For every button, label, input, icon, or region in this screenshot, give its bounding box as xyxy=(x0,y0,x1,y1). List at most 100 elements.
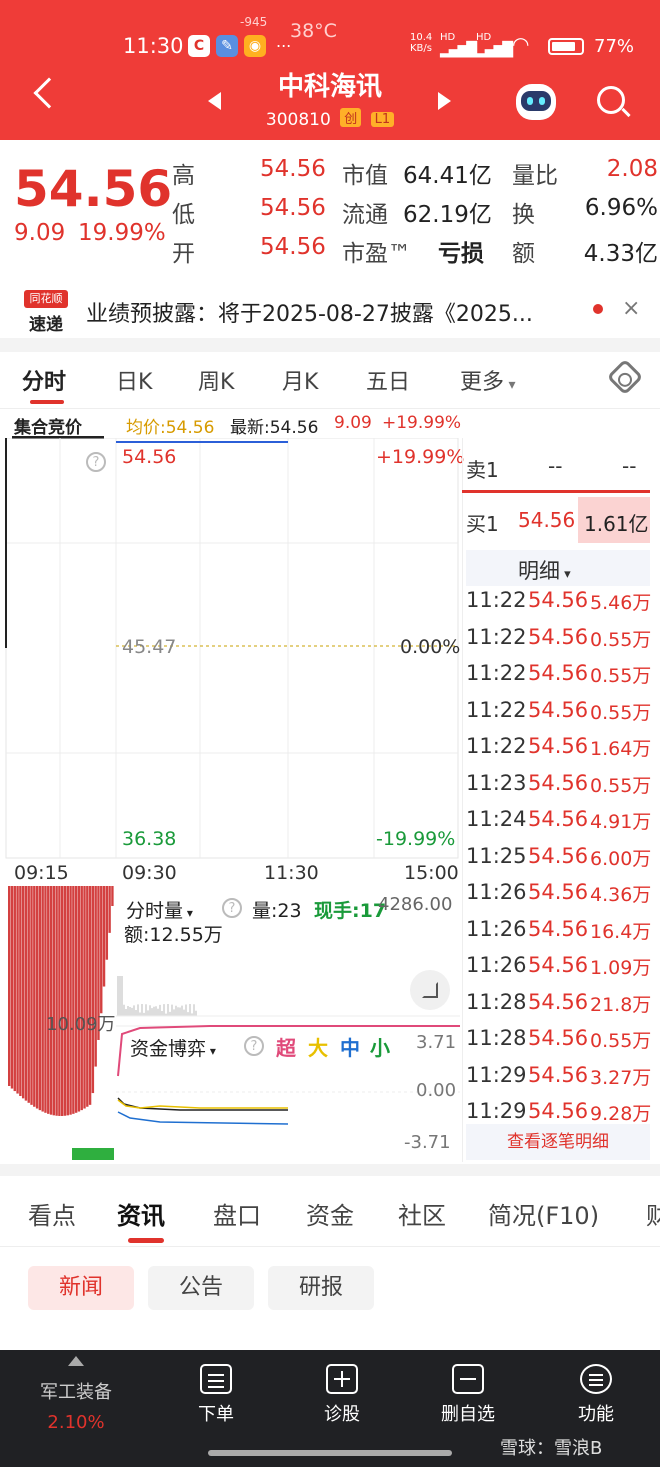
chevron-down-icon: ▾ xyxy=(183,906,193,920)
news-unread-dot xyxy=(593,304,603,314)
order-button[interactable]: 下单 xyxy=(166,1364,266,1426)
view-tick-detail-link[interactable]: 查看逐笔明细 xyxy=(466,1124,650,1160)
detail-time: 11:22 xyxy=(466,624,527,649)
detail-price: 54.56 xyxy=(528,1062,589,1087)
detail-volume: 21.8万 xyxy=(590,993,652,1016)
help-icon[interactable]: ? xyxy=(244,1036,264,1056)
signal2-icon: ▂▄▆█ xyxy=(476,42,513,58)
detail-volume: 5.46万 xyxy=(590,592,652,614)
function-button[interactable]: 功能 xyxy=(546,1364,646,1426)
fund-selector[interactable]: 资金博弈 ▾ xyxy=(130,1034,216,1061)
detail-volume: 4.36万 xyxy=(590,884,652,906)
level-tag: L1 xyxy=(370,112,395,127)
subtab-announcements[interactable]: 公告 xyxy=(148,1266,254,1310)
tab-highlights[interactable]: 看点 xyxy=(28,1196,76,1231)
settings-gear-icon[interactable] xyxy=(606,358,644,396)
remove-watchlist-button[interactable]: 删自选 xyxy=(418,1364,518,1426)
sell1-price: -- xyxy=(548,454,563,478)
y-left-bottom-label: 36.38 xyxy=(122,828,177,850)
fund-mid: 中 xyxy=(340,1036,360,1060)
fund-small: 小 xyxy=(370,1036,390,1060)
detail-price: 54.56 xyxy=(528,734,589,758)
tab-intraday[interactable]: 分时 xyxy=(22,364,66,396)
subtab-research[interactable]: 研报 xyxy=(268,1266,374,1310)
y-right-mid-label: 0.00% xyxy=(400,636,461,658)
divider xyxy=(0,1246,660,1247)
limit-up-line xyxy=(462,490,650,493)
news-headline[interactable]: 业绩预披露：将于2025-08-27披露《2025... xyxy=(86,296,533,328)
turnover-label: 换 xyxy=(512,202,535,228)
tab-finance[interactable]: 财 xyxy=(646,1196,660,1231)
open-label: 开 xyxy=(172,241,195,267)
status-bar: 11:30 C ✎ ◉ -945 ... 38°C 10.4 KB/s HD ▂▄… xyxy=(0,15,660,64)
tab-news[interactable]: 资讯 xyxy=(117,1196,165,1231)
amount-value: 4.33亿 xyxy=(583,241,658,267)
chevron-down-icon: ▾ xyxy=(560,567,571,582)
news-close-icon[interactable]: × xyxy=(622,296,640,321)
auction-bar xyxy=(111,886,114,906)
tab-weekly-k[interactable]: 周K xyxy=(198,364,234,396)
turnover-value: 6.96% xyxy=(584,195,658,221)
x-label-0930: 09:30 xyxy=(122,862,177,884)
detail-title[interactable]: 明细 ▾ xyxy=(518,555,571,585)
tab-handicap[interactable]: 盘口 xyxy=(213,1196,261,1231)
robot-assistant-icon[interactable] xyxy=(516,84,556,120)
mcap-label: 市值 xyxy=(342,163,388,189)
expand-icon[interactable] xyxy=(410,970,450,1010)
auction-bar xyxy=(80,886,83,1111)
tab-funds[interactable]: 资金 xyxy=(306,1196,354,1231)
order-doc-icon xyxy=(200,1364,232,1394)
auction-bar xyxy=(30,886,33,1105)
tab-news-underline xyxy=(128,1238,164,1243)
latest-price-label: 最新:54.56 xyxy=(230,418,319,438)
auction-bar xyxy=(52,886,56,1116)
auction-bar xyxy=(86,886,89,1107)
status-net-speed: 10.4 KB/s xyxy=(410,32,433,54)
high-value: 54.56 xyxy=(260,156,326,182)
help-icon[interactable]: ? xyxy=(222,898,242,918)
menu-circle-icon xyxy=(580,1364,612,1394)
sector-name[interactable]: 军工装备 xyxy=(24,1378,128,1404)
detail-time: 11:22 xyxy=(466,734,527,758)
detail-volume: 1.64万 xyxy=(590,738,652,760)
y-left-mid-label: 45.47 xyxy=(122,636,177,658)
auction-bar xyxy=(77,886,81,1112)
buy1-label: 买1 xyxy=(466,512,499,536)
news-logo-top: 同花顺 xyxy=(24,290,68,308)
fund-label: 资金博弈 xyxy=(130,1038,207,1060)
stock-name: 中科海讯 xyxy=(277,72,382,102)
amount-label: 额 xyxy=(512,241,535,267)
auction-bar xyxy=(105,886,109,960)
help-icon[interactable]: ? xyxy=(86,452,106,472)
volume-selector[interactable]: 分时量 ▾ xyxy=(126,896,193,923)
subtab-news[interactable]: 新闻 xyxy=(28,1266,134,1310)
auction-bar xyxy=(44,886,47,1113)
volume-label: 分时量 xyxy=(126,900,184,922)
volume-amount: 额:12.55万 xyxy=(124,924,223,946)
detail-time: 11:25 xyxy=(466,843,527,868)
status-temp: 38°C xyxy=(290,20,337,42)
tool-icon: ✎ xyxy=(216,35,238,57)
detail-time: 11:22 xyxy=(466,697,527,722)
detail-price: 54.56 xyxy=(528,989,589,1014)
tab-daily-k[interactable]: 日K xyxy=(116,364,152,396)
tab-community[interactable]: 社区 xyxy=(398,1196,446,1231)
tab-more[interactable]: 更多 ▾ xyxy=(460,364,516,396)
auction-bar xyxy=(58,886,61,1116)
detail-price: 54.56 xyxy=(528,661,589,685)
detail-volume: 16.4万 xyxy=(590,920,652,943)
chevron-down-icon: ▾ xyxy=(504,377,516,393)
intraday-price-chart xyxy=(5,438,459,859)
home-indicator[interactable] xyxy=(208,1450,452,1456)
wifi-icon: ◠ xyxy=(512,32,530,56)
search-icon[interactable] xyxy=(597,86,625,114)
tab-monthly-k[interactable]: 月K xyxy=(282,364,318,396)
tab-five-day[interactable]: 五日 xyxy=(366,364,410,396)
fund-big: 大 xyxy=(308,1036,328,1060)
tab-f10[interactable]: 简况(F10) xyxy=(488,1196,599,1231)
detail-time: 11:24 xyxy=(466,807,527,831)
x-label-1500: 15:00 xyxy=(404,862,459,884)
diagnose-button[interactable]: 诊股 xyxy=(292,1364,392,1426)
chevron-up-icon[interactable] xyxy=(68,1356,84,1366)
auction-bar xyxy=(24,886,28,1101)
